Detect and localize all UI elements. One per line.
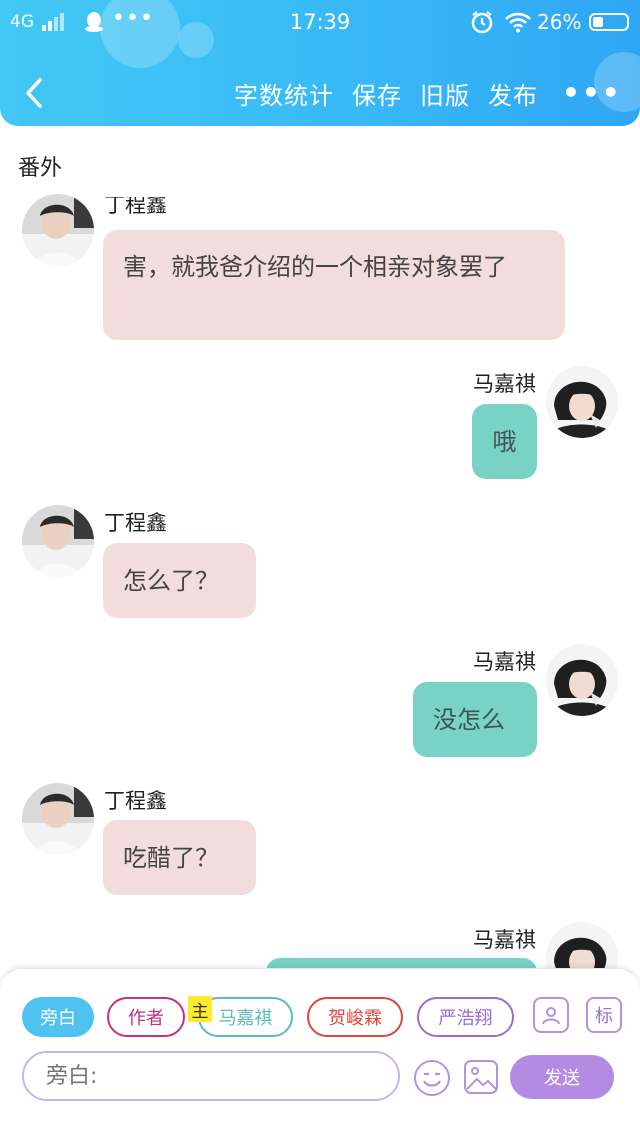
message-bubble[interactable]: 害，就我爸介绍的一个相亲对象罢了 (103, 230, 565, 340)
role-chip-author[interactable]: 作者 (107, 997, 185, 1037)
status-bar: 4G ••• 17:39 26% (0, 0, 640, 46)
role-chip-he-junlin[interactable]: 贺峻霖 (307, 997, 403, 1037)
main-role-tag: 主 (188, 996, 212, 1022)
novel-chat-editor: { "status_bar": { "network": "4G", "time… (0, 0, 640, 1138)
chapter-title: 番外 (18, 156, 63, 181)
emoji-icon[interactable] (413, 1059, 451, 1097)
mark-button[interactable]: 标 (586, 997, 622, 1033)
more-icon[interactable]: ••• (562, 76, 622, 109)
nav-actions: 字数统计 保存 旧版 发布 (234, 76, 538, 111)
message-input[interactable] (22, 1051, 400, 1101)
sender-name-text: 丁程鑫 (104, 197, 167, 217)
sender-name: 丁程鑫 (104, 197, 167, 217)
publish-button[interactable]: 发布 (488, 76, 538, 111)
avatar-image (546, 644, 618, 716)
avatar-left[interactable] (22, 505, 94, 577)
avatar-image (22, 783, 94, 855)
person-card-svg (542, 1007, 560, 1025)
header: 4G ••• 17:39 26% 字数统计 保存 旧版 发布 ••• (0, 0, 640, 126)
save-button[interactable]: 保存 (352, 76, 402, 111)
wifi-icon (505, 12, 531, 33)
battery-percent: 26% (537, 10, 582, 34)
image-icon[interactable] (463, 1059, 499, 1095)
send-button[interactable]: 发送 (510, 1055, 614, 1099)
avatar-left[interactable] (22, 783, 94, 855)
message-bubble[interactable]: 吃醋了？ (103, 820, 256, 895)
avatar-image (22, 194, 94, 266)
old-version-button[interactable]: 旧版 (420, 76, 470, 111)
alarm-icon (471, 11, 493, 34)
sender-name: 丁程鑫 (104, 789, 167, 813)
battery-icon (589, 13, 629, 31)
avatar-image (546, 366, 618, 438)
sender-name: 丁程鑫 (104, 511, 167, 535)
message-bubble[interactable]: 哦 (472, 404, 537, 479)
role-chip-narration[interactable]: 旁白 (22, 997, 94, 1037)
nav-bar: 字数统计 保存 旧版 发布 ••• (0, 62, 640, 122)
word-count-button[interactable]: 字数统计 (234, 76, 334, 111)
message-bubble[interactable]: 怎么了？ (103, 543, 256, 618)
avatar-image (22, 505, 94, 577)
avatar-right[interactable] (546, 366, 618, 438)
sender-name: 马嘉祺 (473, 928, 536, 952)
message-bubble[interactable]: 没怎么 (413, 682, 537, 757)
sender-name: 马嘉祺 (473, 650, 536, 674)
composer-panel: 旁白 作者 马嘉祺 贺峻霖 严浩翔 标 发送 (0, 968, 640, 1138)
role-chip-ma-jiaqi[interactable]: 马嘉祺 (198, 997, 293, 1037)
sender-name: 马嘉祺 (473, 372, 536, 396)
role-chip-yan-haoxiang[interactable]: 严浩翔 (417, 997, 514, 1037)
person-card-icon[interactable] (533, 997, 569, 1033)
avatar-right[interactable] (546, 644, 618, 716)
avatar-left[interactable] (22, 194, 94, 266)
back-arrow-icon[interactable] (18, 76, 52, 110)
